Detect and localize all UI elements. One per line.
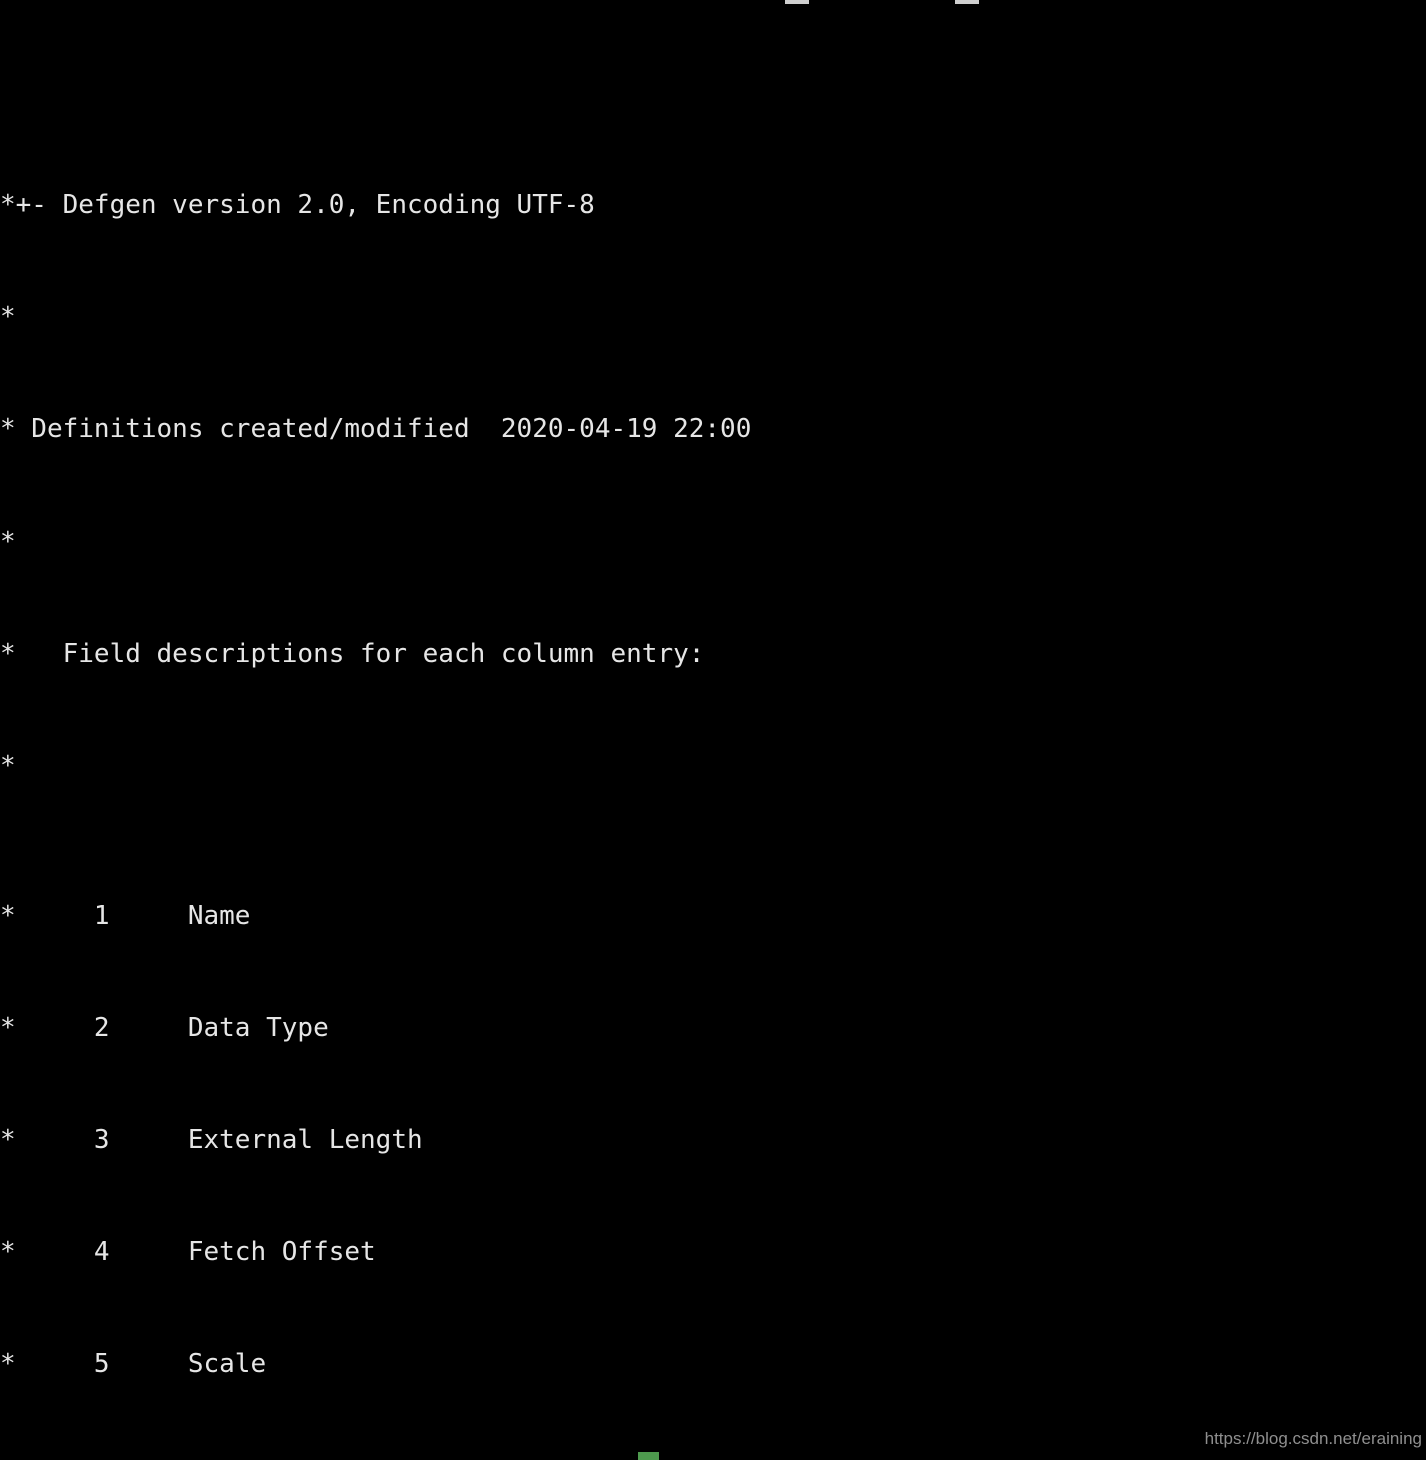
clipped-glyph-fragment	[785, 0, 809, 4]
comment-blank-line: *	[0, 751, 16, 782]
field-description-row-1: * 1 Name	[0, 900, 251, 931]
blog-watermark: https://blog.csdn.net/eraining	[1204, 1429, 1422, 1448]
field-description-row-4: * 4 Fetch Offset	[0, 1237, 376, 1268]
field-description-row-5: * 5 Scale	[0, 1349, 267, 1380]
field-description-row-2: * 2 Data Type	[0, 1012, 329, 1043]
comment-blank-line: *	[0, 526, 16, 557]
created-modified-line: * Definitions created/modified 2020-04-1…	[0, 414, 752, 445]
defgen-banner-line: *+- Defgen version 2.0, Encoding UTF-8	[0, 190, 595, 221]
comment-blank-line: *	[0, 302, 16, 333]
clipped-glyph-fragment	[955, 0, 979, 4]
terminal-output-pane[interactable]: *+- Defgen version 2.0, Encoding UTF-8 *…	[0, 0, 1426, 1460]
terminal-cursor	[638, 1452, 659, 1460]
clipped-scrollback-row	[0, 0, 1426, 8]
field-descriptions-header: * Field descriptions for each column ent…	[0, 638, 705, 669]
field-description-row-3: * 3 External Length	[0, 1125, 423, 1156]
